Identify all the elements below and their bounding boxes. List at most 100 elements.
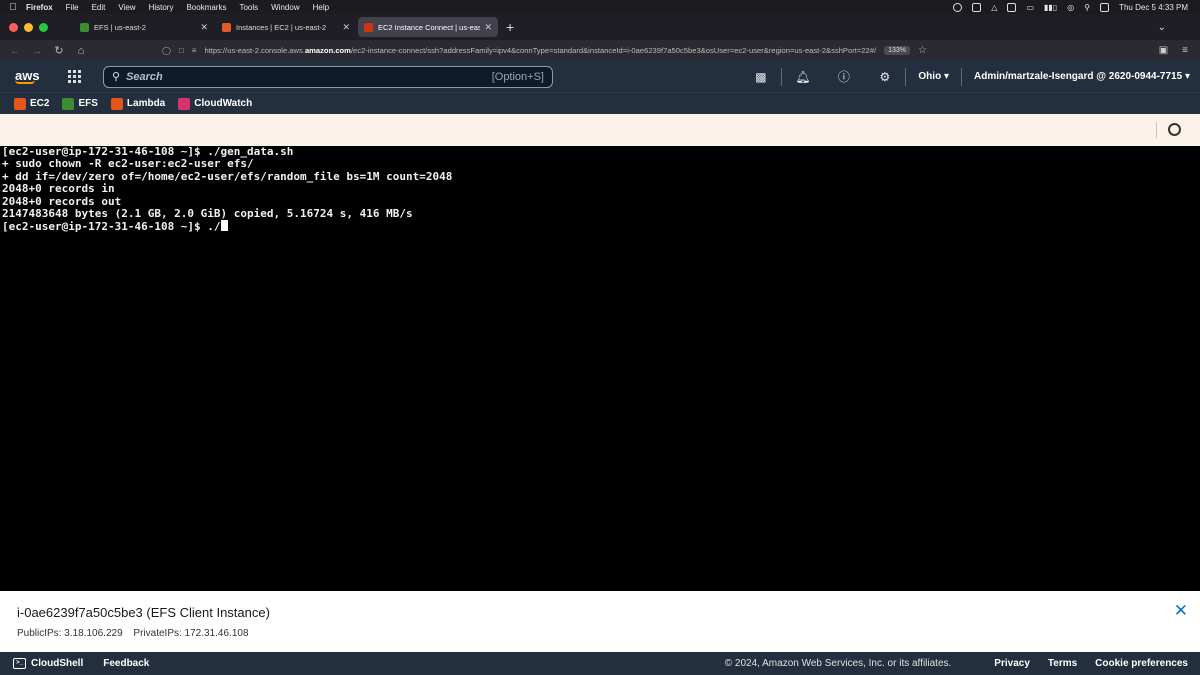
- forward-arrow-icon[interactable]: →: [26, 45, 48, 57]
- account-label: Admin/martzale-Isengard @ 2620-0944-7715: [974, 71, 1183, 82]
- terminal-prompt-line[interactable]: [ec2-user@ip-172-31-46-108 ~]$ ./: [2, 220, 1198, 234]
- services-menu-grid-icon[interactable]: [68, 69, 82, 84]
- address-bar[interactable]: ◯ □ ≡ https://us-east-2.console.aws. amaz…: [158, 43, 1076, 59]
- tracking-shield-icon[interactable]: ◯: [162, 46, 171, 55]
- favorite-label: EC2: [30, 98, 50, 109]
- zoom-level-badge[interactable]: 133%: [884, 46, 910, 55]
- url-domain: amazon.com: [304, 46, 351, 55]
- close-window-button[interactable]: [9, 22, 18, 32]
- aws-top-navigation: aws ⚲ Search [Option+S] ▩ 🔔︎ ⓘ ⚙ Ohio ▾ …: [0, 61, 1200, 92]
- settings-gear-icon[interactable]: ⚙: [864, 70, 905, 84]
- tab-label: Instances | EC2 | us-east-2: [236, 22, 327, 32]
- browser-toolbar: ← → ↻ ⌂ ◯ □ ≡ https://us-east-2.console.…: [0, 40, 1200, 61]
- tab-label: EFS | us-east-2: [94, 22, 146, 32]
- tab-efs[interactable]: EFS | us-east-2 ✕: [74, 17, 214, 37]
- permissions-icon[interactable]: ≡: [192, 46, 197, 55]
- cloudshell-icon[interactable]: ▩: [740, 70, 781, 84]
- terminal-line: + dd if=/dev/zero of=/home/ec2-user/efs/…: [2, 169, 453, 183]
- menu-edit[interactable]: Edit: [92, 3, 106, 12]
- privacy-link[interactable]: Privacy: [994, 658, 1030, 669]
- favorite-efs[interactable]: EFS: [62, 97, 98, 110]
- tab-ec2-instance-connect[interactable]: EC2 Instance Connect | us-east ✕: [358, 17, 498, 37]
- close-tab-icon[interactable]: ✕: [342, 22, 350, 33]
- feedback-link[interactable]: Feedback: [103, 658, 149, 669]
- copyright: © 2024, Amazon Web Services, Inc. or its…: [724, 658, 952, 669]
- spotlight-search-icon[interactable]: ⚲: [1084, 3, 1090, 12]
- menu-tools[interactable]: Tools: [239, 3, 258, 12]
- terms-link[interactable]: Terms: [1048, 658, 1077, 669]
- status-display-icon[interactable]: ▭: [1026, 3, 1034, 12]
- ec2-favicon-icon: [364, 22, 373, 32]
- extensions-icon[interactable]: ▣: [1159, 45, 1168, 56]
- status-battery-icon[interactable]: ▮▮▯: [1044, 3, 1057, 12]
- clock[interactable]: Thu Dec 5 4:33 PM: [1119, 3, 1188, 12]
- list-all-tabs-chevron-icon[interactable]: ⌄: [1158, 22, 1166, 33]
- efs-favicon-icon: [80, 22, 89, 32]
- menu-app-firefox[interactable]: Firefox: [26, 3, 53, 12]
- region-label: Ohio: [918, 71, 942, 82]
- session-toolbar: [0, 114, 1200, 146]
- bookmark-star-icon[interactable]: ☆: [918, 45, 927, 56]
- notifications-bell-icon[interactable]: 🔔︎: [782, 70, 823, 84]
- public-ips: PublicIPs: 3.18.106.229: [17, 628, 123, 639]
- menu-help[interactable]: Help: [313, 3, 329, 12]
- terminal-line: + sudo chown -R ec2-user:ec2-user efs/: [2, 157, 254, 171]
- cloudshell-button[interactable]: >_ CloudShell: [13, 658, 83, 669]
- caret-down-icon: ▾: [1184, 71, 1190, 82]
- terminal-line: 2048+0 records in: [2, 182, 115, 196]
- new-tab-button[interactable]: +: [506, 19, 514, 35]
- apple-icon[interactable]: : [0, 2, 26, 13]
- ssh-terminal[interactable]: [ec2-user@ip-172-31-46-108 ~]$ ./gen_dat…: [0, 145, 1200, 591]
- close-tab-icon[interactable]: ✕: [484, 22, 492, 33]
- favorite-ec2[interactable]: EC2: [14, 97, 50, 110]
- url-prefix: https://us-east-2.console.aws.: [204, 46, 305, 55]
- efs-icon: [62, 97, 75, 110]
- cloudshell-label: CloudShell: [31, 658, 84, 669]
- zoom-window-button[interactable]: [39, 22, 48, 32]
- status-clipboard-icon[interactable]: [1007, 2, 1017, 12]
- help-icon[interactable]: ⓘ: [823, 68, 864, 85]
- aws-logo[interactable]: aws: [15, 69, 41, 84]
- instance-name: i-0ae6239f7a50c5be3 (EFS Client Instance…: [17, 605, 270, 620]
- aws-search-bar[interactable]: ⚲ Search [Option+S]: [103, 65, 553, 88]
- terminal-settings-icon[interactable]: [1168, 123, 1181, 136]
- search-placeholder: Search: [126, 70, 163, 83]
- minimize-window-button[interactable]: [24, 22, 33, 32]
- favorite-lambda[interactable]: Lambda: [110, 97, 165, 110]
- browser-tab-strip: EFS | us-east-2 ✕ Instances | EC2 | us-e…: [0, 14, 1200, 40]
- divider: [1156, 122, 1157, 138]
- instance-ips: PublicIPs: 3.18.106.229 PrivateIPs: 172.…: [17, 628, 257, 639]
- menu-bookmarks[interactable]: Bookmarks: [186, 3, 226, 12]
- favorite-cloudwatch[interactable]: CloudWatch: [178, 97, 253, 110]
- status-triangle-icon[interactable]: △: [991, 3, 997, 12]
- reload-icon[interactable]: ↻: [48, 44, 70, 57]
- app-menu-icon[interactable]: ≡: [1182, 45, 1188, 56]
- search-shortcut: [Option+S]: [491, 70, 544, 83]
- menu-window[interactable]: Window: [271, 3, 299, 12]
- wifi-icon[interactable]: ◎: [1067, 3, 1074, 12]
- tab-label: EC2 Instance Connect | us-east: [378, 22, 481, 32]
- menu-view[interactable]: View: [118, 3, 135, 12]
- cookie-preferences-link[interactable]: Cookie preferences: [1095, 658, 1188, 669]
- back-arrow-icon[interactable]: ←: [4, 45, 26, 57]
- cloudshell-icon: >_: [13, 658, 26, 669]
- prompt-text: [ec2-user@ip-172-31-46-108 ~]$ ./: [2, 220, 221, 234]
- caret-down-icon: ▾: [943, 71, 949, 82]
- private-ips: PrivateIPs: 172.31.46.108: [133, 628, 249, 639]
- favorites-bar: EC2 EFS Lambda CloudWatch: [0, 92, 1200, 114]
- account-menu[interactable]: Admin/martzale-Isengard @ 2620-0944-7715…: [962, 71, 1200, 82]
- terminal-cursor: [220, 220, 228, 232]
- home-icon[interactable]: ⌂: [70, 45, 92, 57]
- tab-ec2-instances[interactable]: Instances | EC2 | us-east-2 ✕: [216, 17, 356, 37]
- control-center-icon[interactable]: [1100, 2, 1110, 12]
- favorite-label: CloudWatch: [194, 98, 253, 109]
- lock-icon[interactable]: □: [179, 46, 184, 55]
- close-tab-icon[interactable]: ✕: [200, 22, 208, 33]
- menu-history[interactable]: History: [149, 3, 174, 12]
- status-record-icon[interactable]: [953, 2, 963, 12]
- menu-file[interactable]: File: [66, 3, 79, 12]
- close-panel-icon[interactable]: ✕: [1174, 601, 1188, 621]
- region-selector[interactable]: Ohio ▾: [906, 71, 961, 82]
- status-app-icon[interactable]: [972, 2, 982, 12]
- console-footer: >_ CloudShell Feedback © 2024, Amazon We…: [0, 652, 1200, 675]
